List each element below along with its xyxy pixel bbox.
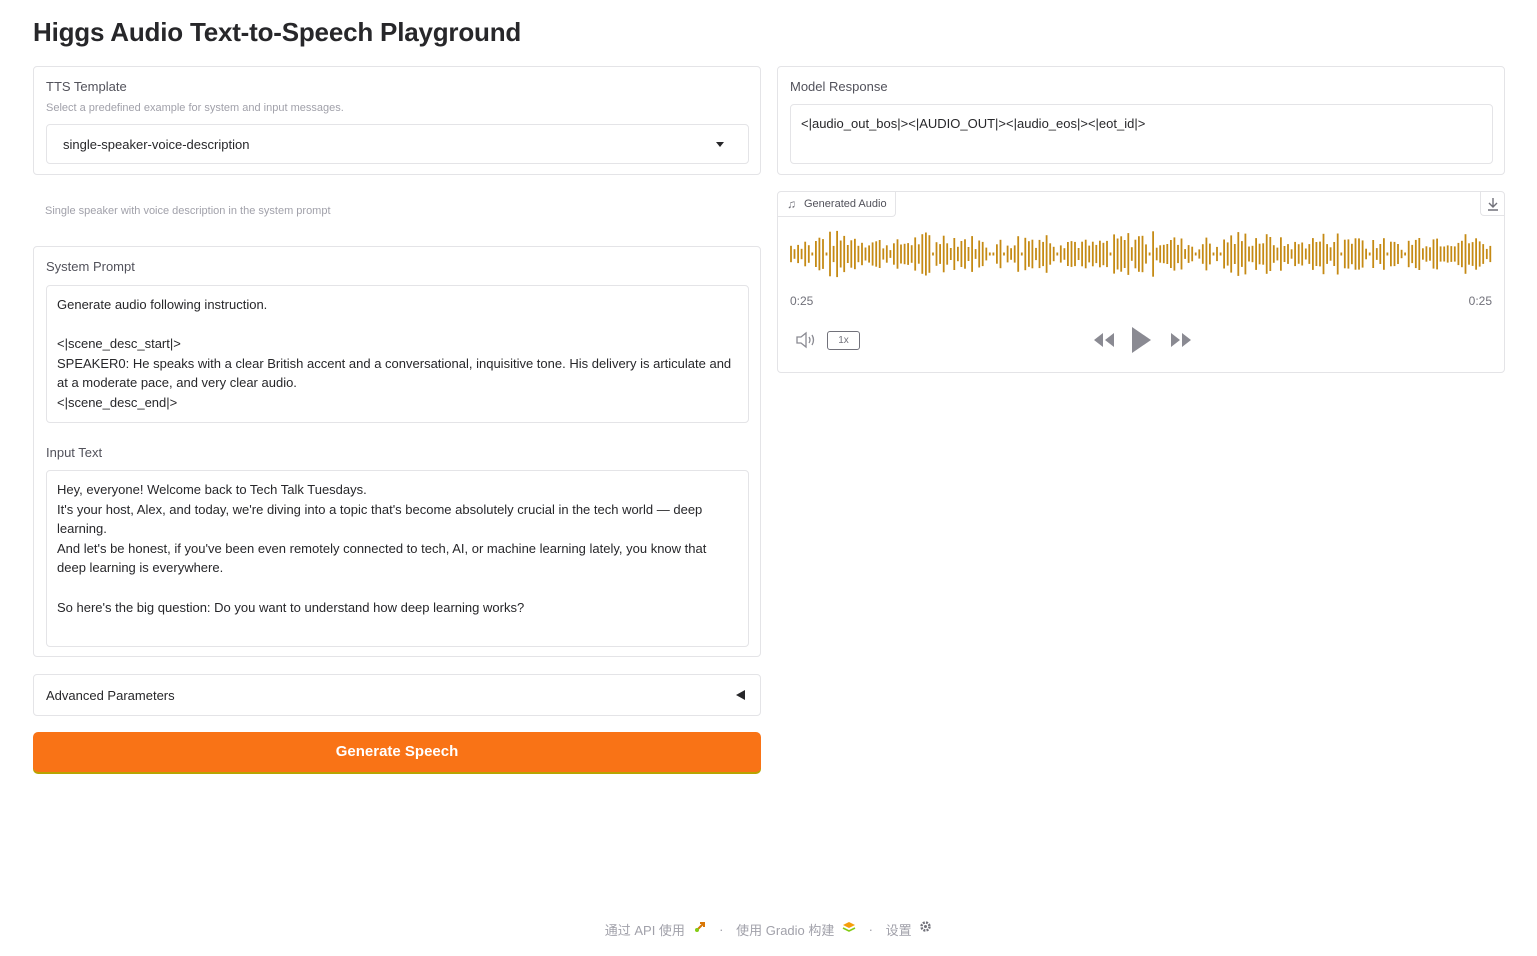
rewind-icon[interactable] xyxy=(1092,332,1116,348)
playback-speed-button[interactable]: 1x xyxy=(827,331,860,350)
tts-template-info: Select a predefined example for system a… xyxy=(46,102,344,114)
caret-left-icon xyxy=(736,690,745,700)
rocket-icon xyxy=(694,921,705,932)
volume-button[interactable] xyxy=(795,330,819,350)
settings-label: 设置 xyxy=(885,923,912,939)
prompt-panel: System Prompt Generate audio following i… xyxy=(33,246,761,657)
input-text-textarea[interactable]: Hey, everyone! Welcome back to Tech Talk… xyxy=(46,470,749,647)
system-prompt-label: System Prompt xyxy=(46,259,135,274)
caret-down-icon xyxy=(716,142,724,147)
system-prompt-textarea[interactable]: Generate audio following instruction. <|… xyxy=(46,285,749,423)
music-note-icon: ♫ xyxy=(787,197,796,211)
download-icon xyxy=(1488,198,1498,211)
fast-forward-icon[interactable] xyxy=(1169,332,1193,348)
generated-audio-label: Generated Audio xyxy=(804,198,887,210)
play-icon[interactable] xyxy=(1130,326,1152,354)
settings-link[interactable]: 设置 xyxy=(886,920,933,939)
footer-separator: · xyxy=(868,922,873,938)
built-with-gradio-label: 使用 Gradio 构建 xyxy=(736,923,835,939)
audio-waveform[interactable] xyxy=(789,228,1494,280)
page-title: Higgs Audio Text-to-Speech Playground xyxy=(33,17,522,47)
tts-template-label: TTS Template xyxy=(46,79,127,94)
use-via-api-link[interactable]: 通过 API 使用 xyxy=(605,920,707,939)
volume-icon xyxy=(796,331,815,349)
model-response-panel: Model Response <|audio_out_bos|><|AUDIO_… xyxy=(777,66,1505,175)
built-with-gradio-link[interactable]: 使用 Gradio 构建 xyxy=(736,920,856,939)
tts-template-panel: TTS Template Select a predefined example… xyxy=(33,66,761,175)
generated-audio-panel: ♫ Generated Audio 0:25 0:25 1x xyxy=(777,191,1505,373)
use-via-api-label: 通过 API 使用 xyxy=(604,923,685,939)
advanced-parameters-accordion[interactable]: Advanced Parameters xyxy=(33,674,761,716)
total-time: 0:25 xyxy=(1468,294,1492,308)
footer-separator: · xyxy=(719,922,724,938)
download-button[interactable] xyxy=(1480,192,1504,216)
advanced-parameters-label: Advanced Parameters xyxy=(46,688,175,703)
tts-template-dropdown[interactable]: single-speaker-voice-description xyxy=(46,124,749,164)
footer: 通过 API 使用 · 使用 Gradio 构建 · 设置 xyxy=(0,920,1537,939)
generate-speech-button[interactable]: Generate Speech xyxy=(33,732,761,772)
model-response-label: Model Response xyxy=(790,79,888,94)
template-description: Single speaker with voice description in… xyxy=(45,205,331,217)
tts-template-selected: single-speaker-voice-description xyxy=(63,137,250,152)
gear-icon xyxy=(920,921,931,932)
generated-audio-tag: ♫ Generated Audio xyxy=(778,192,896,217)
gradio-logo-icon xyxy=(842,921,856,932)
input-text-label: Input Text xyxy=(46,445,103,460)
current-time: 0:25 xyxy=(790,294,814,308)
model-response-textbox[interactable]: <|audio_out_bos|><|AUDIO_OUT|><|audio_eo… xyxy=(790,104,1493,164)
